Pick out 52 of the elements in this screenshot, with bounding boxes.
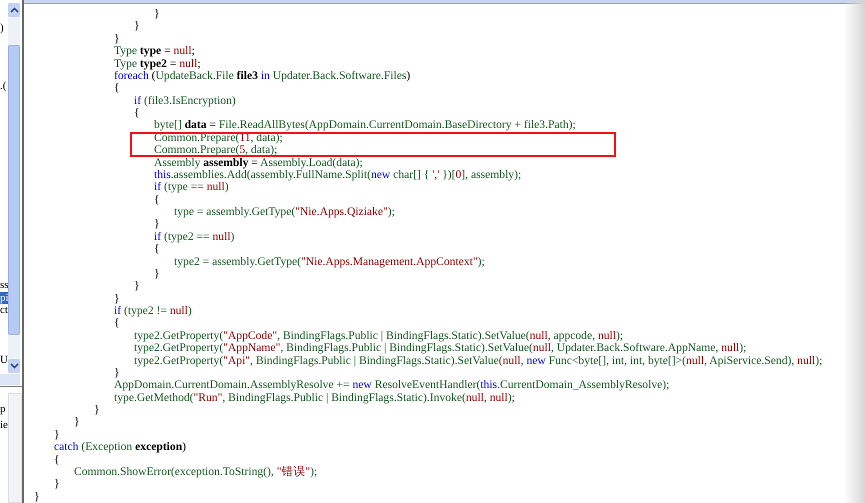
- code-line: Type type = null;: [113, 45, 195, 58]
- code-line: {: [153, 194, 160, 206]
- scroll-up-icon[interactable]: [8, 3, 20, 17]
- tree-item[interactable]: .(: [0, 80, 6, 92]
- code-line: }: [53, 428, 60, 442]
- code-line: }: [93, 404, 100, 416]
- code-line: }: [153, 8, 160, 20]
- code-line: }: [53, 478, 60, 491]
- horizontal-scrollbar[interactable]: [0, 374, 20, 385]
- scrollbar[interactable]: [8, 393, 22, 503]
- scrollbar[interactable]: [8, 3, 20, 373]
- pane-text: ie: [0, 419, 8, 431]
- code-line: byte[] data = File.ReadAllBytes(AppDomain.CurrentDomain.BaseDirectory + file3.Path);: [153, 119, 576, 132]
- code-line: }: [153, 218, 160, 231]
- code-line: }: [133, 20, 140, 33]
- code-line: }: [113, 32, 120, 46]
- code-line: type2.GetProperty("AppCode", BindingFlags.Public | BindingFlags.Static).SetValue(null, appcode, null);: [133, 330, 624, 342]
- code-line: }: [73, 416, 80, 429]
- tree-item[interactable]: ss: [0, 279, 9, 291]
- tree-item[interactable]: U: [0, 354, 8, 366]
- code-line: foreach (UpdateBack.File file3 in Updater.Back.Software.Files): [113, 70, 410, 82]
- code-line: Type type2 = null;: [113, 58, 201, 70]
- tree-item[interactable]: ): [0, 22, 4, 34]
- code-line: {: [133, 107, 140, 120]
- code-line: {: [53, 454, 60, 466]
- code-line: Common.Prepare(5, data);: [153, 144, 278, 156]
- tree-item[interactable]: ct: [0, 304, 8, 316]
- code-line: }: [153, 268, 160, 280]
- code-line: type.GetMethod("Run", BindingFlags.Public | BindingFlags.Static).Invoke(null, null);: [113, 392, 515, 404]
- code-line: this.assemblies.Add(assembly.FullName.Split(new char[] { ',' })[0], assembly);: [153, 168, 522, 182]
- code-line: type2.GetProperty("AppName", BindingFlags.Public | BindingFlags.Static).SetValue(null, Updater.Back.Software.AppName, null);: [133, 342, 746, 354]
- scroll-down-icon[interactable]: [8, 359, 20, 373]
- code-line: catch (Exception exception): [53, 441, 186, 454]
- code-line: }: [133, 280, 140, 293]
- pane-text: p: [0, 403, 6, 415]
- scrollbar-thumb[interactable]: [8, 45, 20, 335]
- code-line: if (type2 == null): [153, 230, 234, 244]
- code-line: Assembly assembly = Assembly.Load(data);: [153, 156, 363, 169]
- code-line: type = assembly.GetType("Nie.Apps.Qiziake");: [173, 206, 395, 218]
- code-line: }: [34, 490, 40, 503]
- code-line: {: [113, 317, 120, 330]
- code-line: if (type2 != null): [113, 305, 192, 318]
- code-line: }: [113, 366, 120, 380]
- code-line: type2.GetProperty("Api", BindingFlags.Public | BindingFlags.Static).SetValue(null, new Func<byte[], int, int, byte[]>(null, ApiService.Send), null);: [133, 354, 822, 367]
- code-line: }: [113, 292, 120, 305]
- code-line: type2 = assembly.GetType("Nie.Apps.Management.AppContext");: [173, 256, 485, 268]
- code-line: Common.ShowError(exception.ToString(), "错误");: [73, 466, 318, 478]
- code-line: {: [153, 243, 160, 256]
- code-line: {: [113, 82, 120, 95]
- code-line: if (file3.IsEncryption): [133, 94, 236, 107]
- code-line: if (type == null): [153, 181, 229, 194]
- code-line: AppDomain.CurrentDomain.AssemblyResolve += new ResolveEventHandler(this.CurrentDomain_AssemblyResolve);: [113, 379, 670, 392]
